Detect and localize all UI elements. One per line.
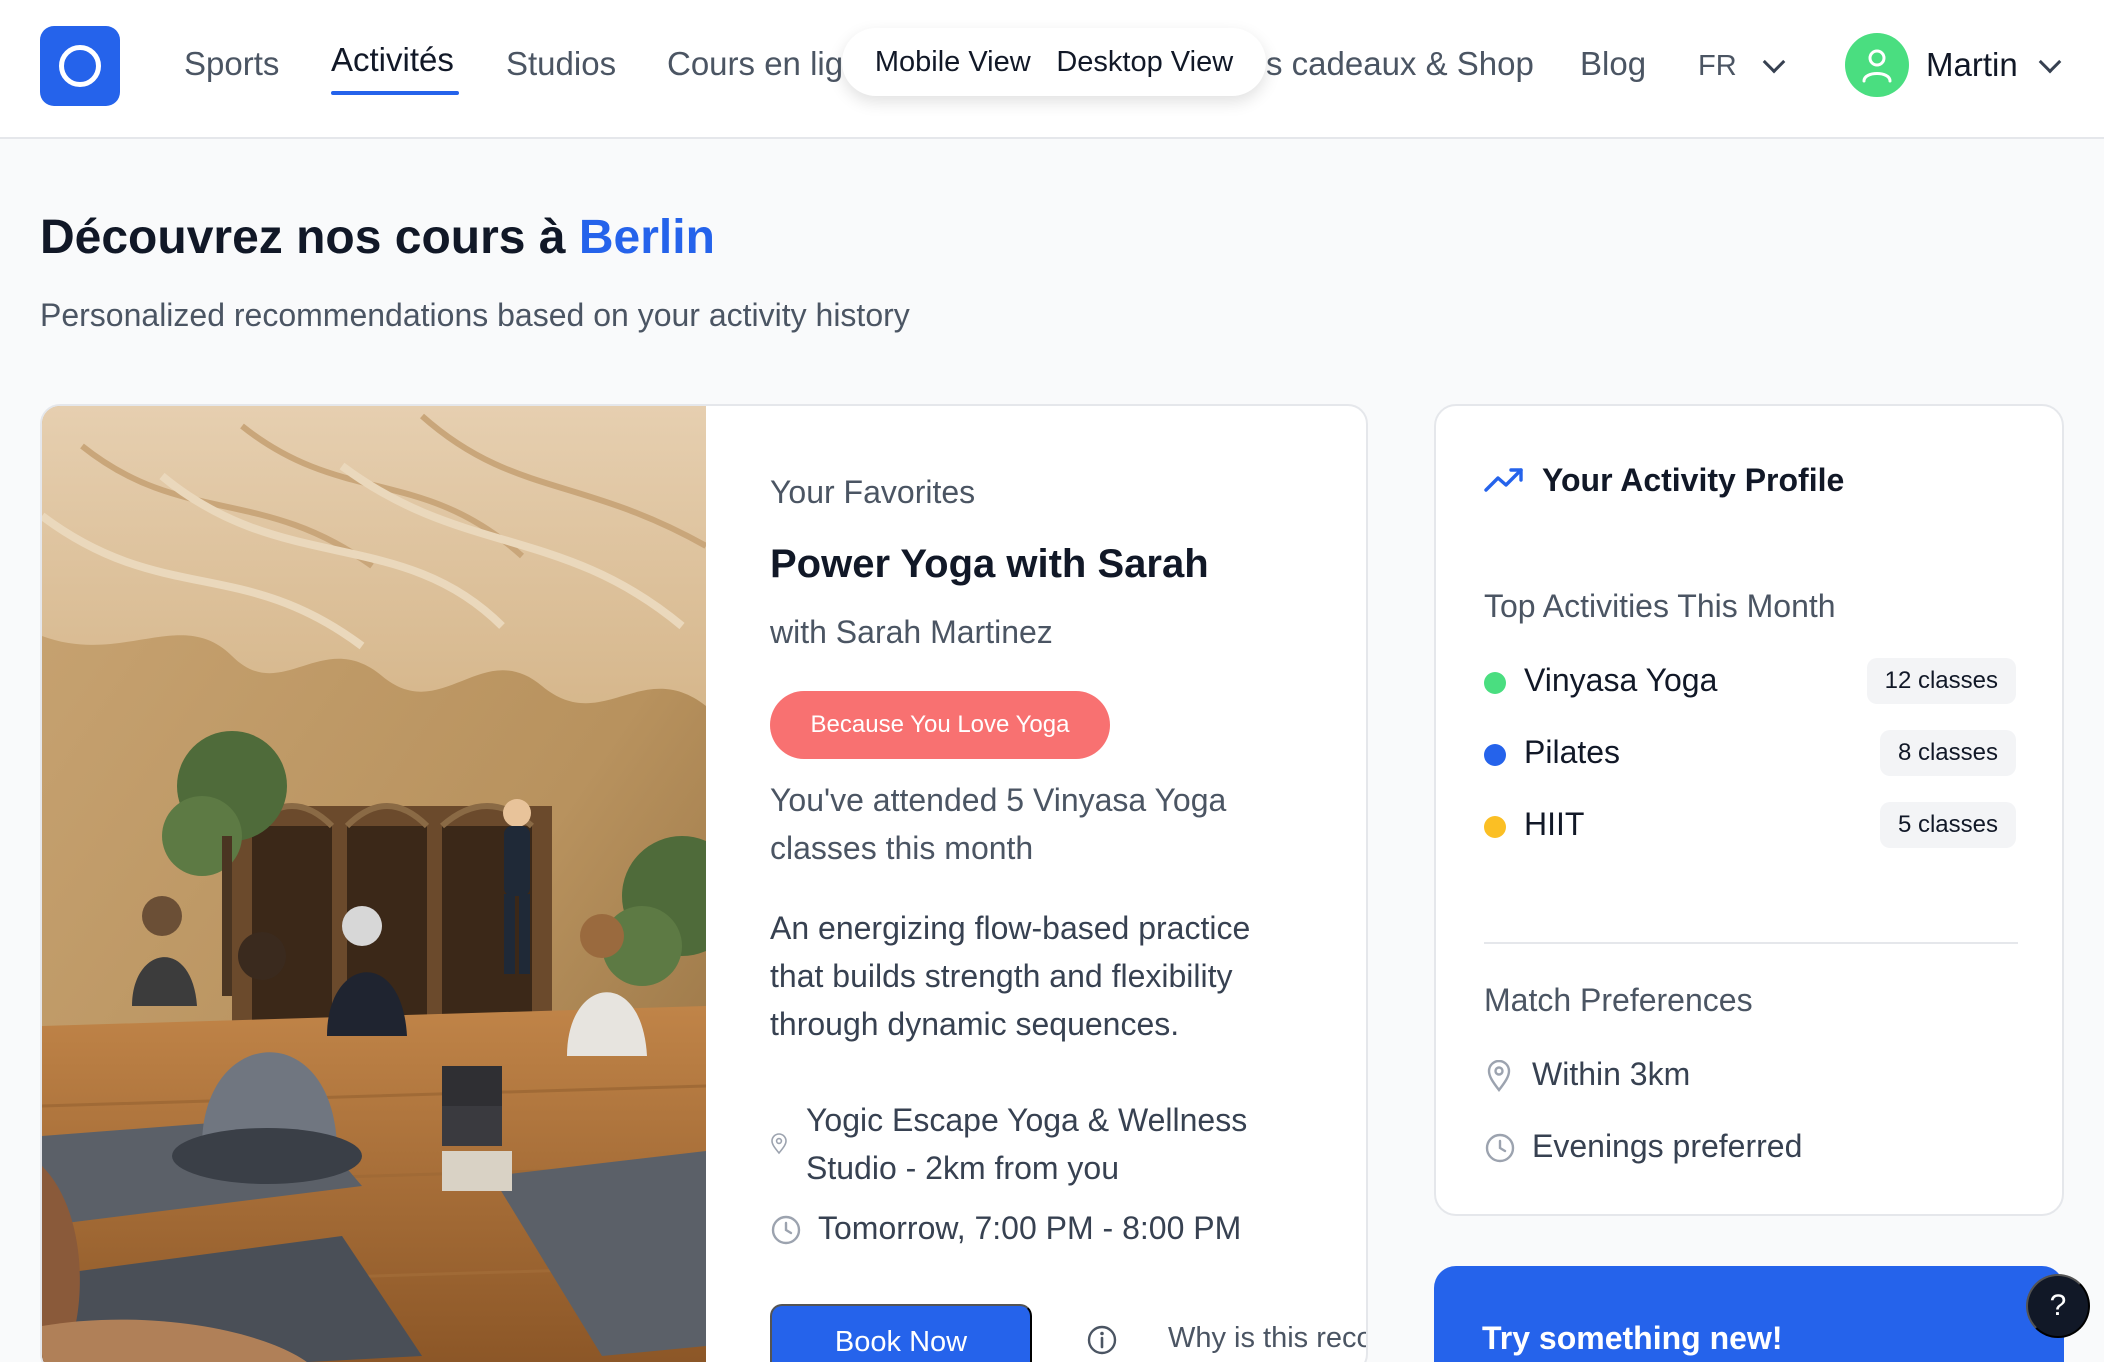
clock-icon	[771, 1215, 801, 1245]
recommendation-reason-badge: Because You Love Yoga	[770, 691, 1110, 759]
section-divider	[1484, 942, 2018, 944]
why-recommended-link[interactable]: Why is this recom	[1168, 1322, 1366, 1355]
nav-link-studios[interactable]: Studios	[506, 44, 616, 84]
activity-name: Vinyasa Yoga	[1524, 662, 1718, 698]
try-something-new-title: Try something new!	[1482, 1320, 1783, 1356]
activity-count-badge: 8 classes	[1879, 730, 2016, 776]
class-photo	[42, 406, 706, 1362]
page-title-prefix: Découvrez nos cours à	[40, 211, 579, 264]
help-button[interactable]: ?	[2026, 1274, 2090, 1338]
location-pin-icon	[771, 1133, 787, 1155]
match-preferences-label: Match Preferences	[1484, 982, 1753, 1018]
activity-color-dot	[1484, 672, 1506, 694]
instructor-name: with Sarah Martinez	[770, 614, 1053, 650]
class-title[interactable]: Power Yoga with Sarah	[770, 542, 1209, 587]
class-description: An energizing flow-based practice that b…	[770, 910, 1251, 1042]
chevron-down-icon[interactable]	[2038, 50, 2062, 74]
user-icon	[1862, 49, 1892, 83]
activity-count-badge: 5 classes	[1879, 802, 2016, 848]
activity-name: Pilates	[1524, 734, 1621, 770]
recommendation-reason-text: You've attended 5 Vinyasa Yoga classes t…	[770, 782, 1227, 866]
nav-link-blog[interactable]: Blog	[1580, 44, 1646, 84]
nav-link-gifts-shop[interactable]: s cadeaux & Shop	[1266, 44, 1534, 84]
active-nav-indicator	[331, 91, 459, 95]
pin-icon	[1487, 1060, 1511, 1092]
studio-location: Yogic Escape Yoga & Wellness Studio - 2k…	[806, 1102, 1248, 1186]
activity-color-dot	[1484, 744, 1506, 766]
nav-link-activites[interactable]: Activités	[331, 40, 454, 80]
top-activities-label: Top Activities This Month	[1484, 588, 1836, 624]
page-subtitle: Personalized recommendations based on yo…	[40, 297, 910, 333]
activity-name: HIIT	[1524, 806, 1585, 842]
activity-profile-card: Your Activity Profile Top Activities Thi…	[1434, 404, 2064, 1216]
mobile-view-button[interactable]: Mobile View	[875, 46, 1031, 79]
recommendation-card: Your Favorites Power Yoga with Sarah wit…	[40, 404, 1368, 1362]
class-time: Tomorrow, 7:00 PM - 8:00 PM	[818, 1210, 1242, 1246]
user-name[interactable]: Martin	[1926, 46, 2018, 84]
activity-count-badge: 12 classes	[1866, 658, 2016, 704]
avatar[interactable]	[1845, 33, 1909, 97]
info-icon[interactable]	[1086, 1324, 1118, 1356]
logo-ring-icon	[59, 45, 101, 87]
activity-profile-title: Your Activity Profile	[1542, 462, 1845, 498]
chevron-down-icon[interactable]	[1762, 50, 1786, 74]
preference-text: Evenings preferred	[1532, 1128, 1803, 1164]
recommendation-category: Your Favorites	[770, 474, 976, 510]
preference-text: Within 3km	[1532, 1056, 1691, 1092]
top-navigation-bar: Sports Activités Studios Cours en lig s …	[0, 0, 2104, 139]
activity-row-hiit: HIIT 5 classes	[1484, 802, 2016, 848]
city-name[interactable]: Berlin	[579, 211, 715, 264]
brand-logo[interactable]	[40, 26, 120, 106]
activity-row-pilates: Pilates 8 classes	[1484, 730, 2016, 776]
view-mode-toggle: Mobile View Desktop View	[842, 28, 1266, 96]
desktop-view-button[interactable]: Desktop View	[1056, 46, 1233, 79]
nav-link-sports[interactable]: Sports	[184, 44, 279, 84]
activity-row-vinyasa-yoga: Vinyasa Yoga 12 classes	[1484, 658, 2016, 704]
page-title: Découvrez nos cours à Berlin	[40, 210, 715, 265]
nav-link-online-classes[interactable]: Cours en lig	[667, 44, 843, 84]
try-something-new-card[interactable]: Try something new!	[1434, 1266, 2064, 1362]
book-now-button[interactable]: Book Now	[770, 1304, 1032, 1362]
activity-color-dot	[1484, 816, 1506, 838]
language-selector[interactable]: FR	[1698, 50, 1737, 83]
clock-icon	[1485, 1133, 1515, 1163]
trending-up-icon	[1484, 468, 1523, 492]
